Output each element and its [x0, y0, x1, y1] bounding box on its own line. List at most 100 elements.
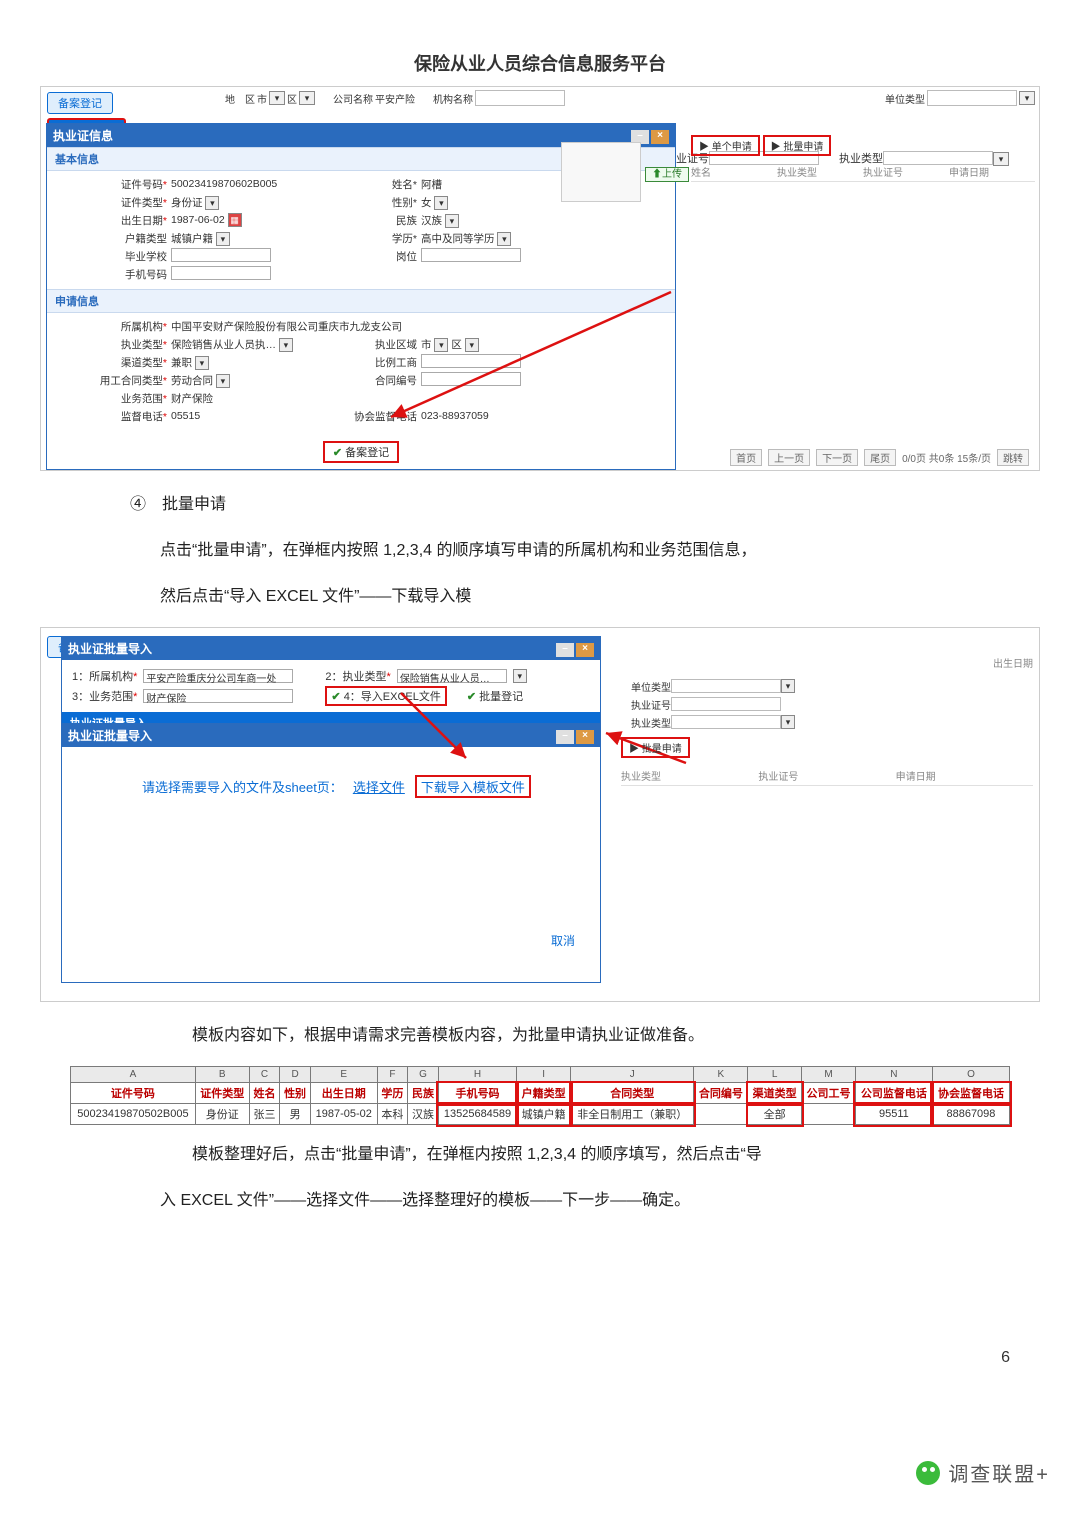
- label-org: 机构名称: [433, 91, 473, 106]
- phone-input[interactable]: [171, 266, 271, 280]
- rate-input[interactable]: [421, 354, 521, 368]
- dropdown-icon[interactable]: ▾: [279, 338, 293, 352]
- label-phone: 手机号码: [67, 267, 167, 282]
- col-cert: 执业证号: [758, 768, 895, 783]
- value-name: 阿槽: [417, 177, 567, 192]
- dropdown-icon[interactable]: ▾: [205, 196, 219, 210]
- download-template-button[interactable]: 下载导入模板文件: [415, 775, 531, 798]
- minimize-icon[interactable]: –: [556, 643, 574, 657]
- value-apply-subarea: 区: [451, 339, 462, 351]
- dropdown-icon[interactable]: ▾: [445, 214, 459, 228]
- dialog-title-text: 执业证批量导入: [68, 727, 152, 744]
- step2-type-input[interactable]: 保险销售从业人员…: [397, 669, 507, 683]
- excel-header: 证件类型: [195, 1083, 249, 1104]
- dialog-title-text: 执业证信息: [53, 127, 113, 144]
- pager-prev[interactable]: 上一页: [768, 449, 810, 466]
- dropdown-icon[interactable]: ▾: [781, 715, 795, 729]
- value-idtype: 身份证: [171, 197, 203, 209]
- excel-header: 公司监督电话: [855, 1083, 932, 1104]
- post-input[interactable]: [421, 248, 521, 262]
- excel-header: 协会监督电话: [932, 1083, 1009, 1104]
- calendar-icon[interactable]: ▦: [228, 213, 242, 227]
- excel-header: 出生日期: [310, 1083, 377, 1104]
- close-icon[interactable]: ×: [576, 730, 594, 744]
- label-post: 岗位: [327, 249, 417, 264]
- excel-col: F: [377, 1067, 408, 1083]
- col-date: 申请日期: [949, 164, 1035, 179]
- dropdown-icon[interactable]: ▾: [513, 669, 527, 683]
- dropdown-icon[interactable]: ▾: [434, 196, 448, 210]
- cert-type-input[interactable]: [671, 715, 781, 729]
- paragraph: 模板内容如下，根据申请需求完善模板内容，为批量申请执业证做准备。: [160, 1020, 980, 1052]
- value-subarea: 区: [287, 91, 297, 106]
- excel-col: N: [855, 1067, 932, 1083]
- tab-register[interactable]: 备案登记: [47, 92, 113, 114]
- submit-register-button[interactable]: ✔备案登记: [323, 441, 399, 463]
- import-excel-button[interactable]: ✔ 4：导入EXCEL文件: [325, 686, 446, 706]
- choose-file-link[interactable]: 选择文件: [353, 777, 405, 796]
- dropdown-icon[interactable]: ▾: [216, 374, 230, 388]
- dropdown-icon[interactable]: ▾: [1019, 91, 1035, 105]
- label-edu: 学历: [392, 233, 413, 245]
- dropdown-icon[interactable]: ▾: [195, 356, 209, 370]
- excel-header: 户籍类型: [517, 1083, 571, 1104]
- close-icon[interactable]: ×: [576, 643, 594, 657]
- excel-col: A: [71, 1067, 196, 1083]
- dropdown-icon[interactable]: ▾: [269, 91, 285, 105]
- school-input[interactable]: [171, 248, 271, 262]
- dropdown-icon[interactable]: ▾: [497, 232, 511, 246]
- pager-next[interactable]: 下一页: [816, 449, 858, 466]
- dropdown-icon[interactable]: ▾: [781, 679, 795, 693]
- label-sex: 性别: [392, 197, 413, 209]
- excel-col: D: [280, 1067, 311, 1083]
- minimize-icon[interactable]: –: [556, 730, 574, 744]
- wechat-icon: [916, 1461, 940, 1485]
- pager-jump[interactable]: 跳转: [997, 449, 1029, 466]
- value-nation: 汉族: [421, 215, 442, 227]
- excel-cell: 本科: [377, 1104, 408, 1125]
- value-birth: 1987-06-02: [171, 214, 225, 226]
- pager-last[interactable]: 尾页: [864, 449, 896, 466]
- label-idno: 证件号码: [121, 179, 163, 191]
- upload-button[interactable]: ⬆上传: [645, 167, 689, 182]
- label-rate: 比例工商: [327, 355, 417, 370]
- col-date: 申请日期: [896, 768, 1033, 783]
- value-suptel: 05515: [167, 410, 327, 422]
- value-apply-org: 中国平安财产保险股份有限公司重庆市九龙支公司: [167, 319, 587, 334]
- dropdown-icon[interactable]: ▾: [216, 232, 230, 246]
- excel-col: B: [195, 1067, 249, 1083]
- value-company: 平安产险: [375, 91, 415, 106]
- label-name: 姓名: [392, 179, 413, 191]
- value-channel: 兼职: [171, 357, 192, 369]
- single-apply-button[interactable]: ▶ 单个申请: [691, 135, 760, 156]
- excel-header: 姓名: [249, 1083, 280, 1104]
- excel-col: G: [408, 1067, 439, 1083]
- label-assoctel: 协会监督电话: [327, 409, 417, 424]
- batch-register-button[interactable]: ✔ 批量登记: [467, 688, 523, 704]
- excel-cell: 88867098: [932, 1104, 1009, 1125]
- excel-col: H: [438, 1067, 516, 1083]
- screenshot-batch-import: 备案 执业证批量导入 –× 1：所属机构* 平安产险重庆分公司车商一处 2：执业…: [40, 627, 1040, 1002]
- unit-type-input[interactable]: [927, 90, 1017, 106]
- unit-type-input[interactable]: [671, 679, 781, 693]
- dropdown-icon[interactable]: ▾: [465, 338, 479, 352]
- label-apply-type: 执业类型: [121, 339, 163, 351]
- org-input[interactable]: [475, 90, 565, 106]
- dropdown-icon[interactable]: ▾: [299, 91, 315, 105]
- step1-org-input[interactable]: 平安产险重庆分公司车商一处: [143, 669, 293, 683]
- cert-no-input[interactable]: [671, 697, 781, 711]
- batch-apply-button[interactable]: ▶ 批量申请: [621, 737, 690, 758]
- step3-label: 3：业务范围*: [72, 688, 137, 704]
- batch-apply-button[interactable]: ▶ 批量申请: [763, 135, 832, 156]
- pager-first[interactable]: 首页: [730, 449, 762, 466]
- excel-cell: 全部: [748, 1104, 802, 1125]
- excel-cell: 1987-05-02: [310, 1104, 377, 1125]
- dropdown-icon[interactable]: ▾: [434, 338, 448, 352]
- step3-scope-input[interactable]: 财产保险: [143, 689, 293, 703]
- excel-col: L: [748, 1067, 802, 1083]
- cancel-link[interactable]: 取消: [551, 932, 575, 949]
- excel-col: E: [310, 1067, 377, 1083]
- batch-import-dialog: 执业证批量导入 –× 1：所属机构* 平安产险重庆分公司车商一处 2：执业类型*…: [61, 636, 601, 735]
- excel-col: C: [249, 1067, 280, 1083]
- contract-input[interactable]: [421, 372, 521, 386]
